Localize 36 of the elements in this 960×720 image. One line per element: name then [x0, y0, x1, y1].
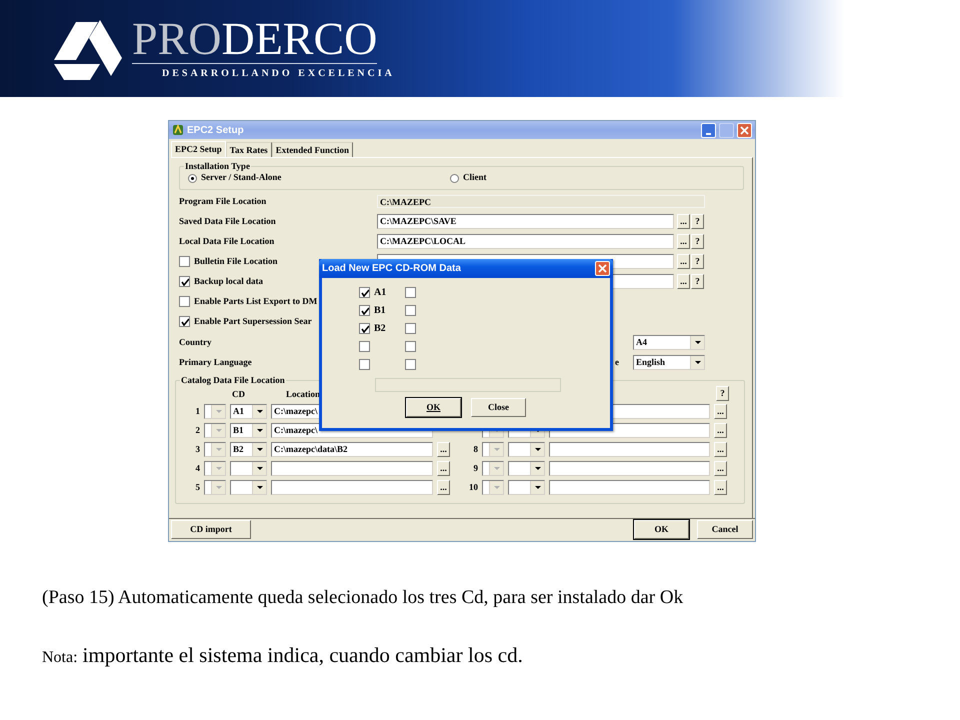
window-title: EPC2 Setup: [187, 124, 245, 138]
group-label: Installation Type: [184, 160, 251, 174]
row-number: 4: [194, 462, 200, 475]
checkbox-label: A1: [374, 286, 386, 300]
field-label: Enable Part Supersession Sear: [194, 314, 312, 328]
field-label: e: [615, 356, 619, 369]
note-text: importante el sistema indica, cuando cambiar los cd.: [82, 642, 523, 669]
brand-light-text: PRO: [132, 16, 222, 60]
column-header: Location: [286, 388, 320, 400]
brand-bold-text: DERCO: [221, 16, 378, 60]
field-label: Country: [179, 336, 212, 349]
field-label: Bulletin File Location: [194, 254, 278, 268]
readonly-field: C:\MAZEPC: [377, 195, 705, 208]
row-number: 9: [472, 462, 478, 475]
field-label: Primary Language: [179, 356, 252, 369]
field-label: Local Data File Location: [179, 234, 274, 248]
note-label: Nota:: [42, 648, 78, 668]
row-number: 8: [472, 442, 478, 456]
field-label: Backup local data: [194, 274, 264, 288]
field-label: Saved Data File Location: [179, 214, 276, 228]
option-label: Client: [463, 171, 486, 184]
caption-text: (Paso 15) Automaticamente queda selecionado los tres Cd, para ser instalado dar Ok: [42, 586, 684, 610]
row-number: 5: [194, 480, 200, 494]
row-number: 2: [194, 424, 200, 437]
checkbox-label: B2: [374, 322, 386, 336]
checkbox-label: B1: [374, 304, 386, 318]
field-label: Enable Parts List Export to DM: [194, 294, 318, 308]
row-number: 1: [194, 404, 200, 418]
option-label: Server / Stand-Alone: [201, 171, 282, 184]
group-label: Catalog Data File Location: [180, 374, 286, 388]
tagline-text: DESARROLLANDO EXCELENCIA: [161, 66, 395, 80]
row-number: 3: [194, 442, 200, 456]
field-label: Program File Location: [179, 194, 266, 208]
row-number: 10: [468, 480, 478, 494]
dialog-title: Load New EPC CD-ROM Data: [322, 262, 461, 276]
column-header: CD: [232, 388, 246, 400]
